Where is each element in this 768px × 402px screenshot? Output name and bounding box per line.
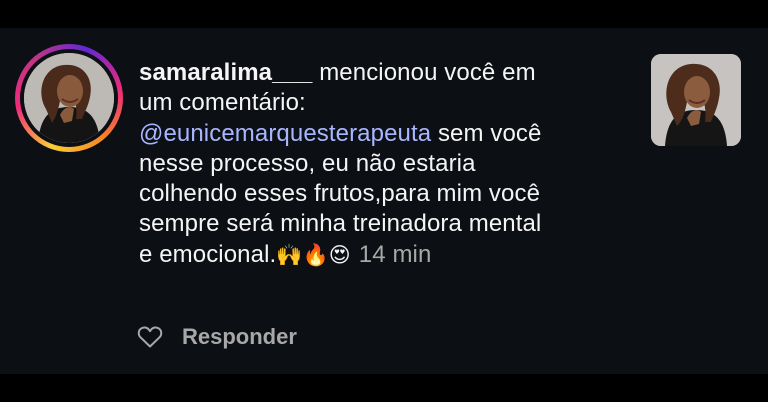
reply-button[interactable]: Responder xyxy=(182,324,297,350)
notification-text: samaralima___ mencionou você em um comen… xyxy=(139,58,639,270)
comment-text-5: e emocional. xyxy=(139,240,277,268)
notification-item[interactable]: samaralima___ mencionou você em um comen… xyxy=(0,28,768,374)
action-text-line-2: um comentário: xyxy=(139,89,306,117)
action-text: mencionou você em xyxy=(312,59,536,86)
post-thumbnail[interactable] xyxy=(651,54,741,146)
fire-emoji: 🔥 xyxy=(302,242,329,267)
text-line-3: @eunicemarquesterapeuta sem você xyxy=(139,119,639,149)
text-line-7: e emocional.🙌🔥😍 14 min xyxy=(139,240,639,270)
screenshot-frame: samaralima___ mencionou você em um comen… xyxy=(0,0,768,402)
heart-outline-icon[interactable] xyxy=(137,325,163,349)
profile-photo-illustration xyxy=(24,53,114,143)
comment-text-2: nesse processo, eu não estaria xyxy=(139,149,476,177)
avatar-photo xyxy=(24,53,114,143)
mention-link[interactable]: @eunicemarquesterapeuta xyxy=(139,120,431,147)
raised-hands-emoji: 🙌 xyxy=(276,242,303,267)
username-link[interactable]: samaralima___ xyxy=(139,59,312,86)
comment-text-3: colhendo esses frutos,para mim você xyxy=(139,180,541,208)
text-line-1: samaralima___ mencionou você em xyxy=(139,58,639,88)
post-photo-illustration xyxy=(651,54,741,146)
heart-eyes-emoji: 😍 xyxy=(328,242,351,267)
timestamp: 14 min xyxy=(358,240,432,268)
comment-text-4: sempre será minha treinadora mental xyxy=(139,210,542,238)
comment-text-1: sem você xyxy=(431,119,542,147)
notification-actions: Responder xyxy=(137,322,297,352)
user-avatar[interactable] xyxy=(15,44,123,152)
